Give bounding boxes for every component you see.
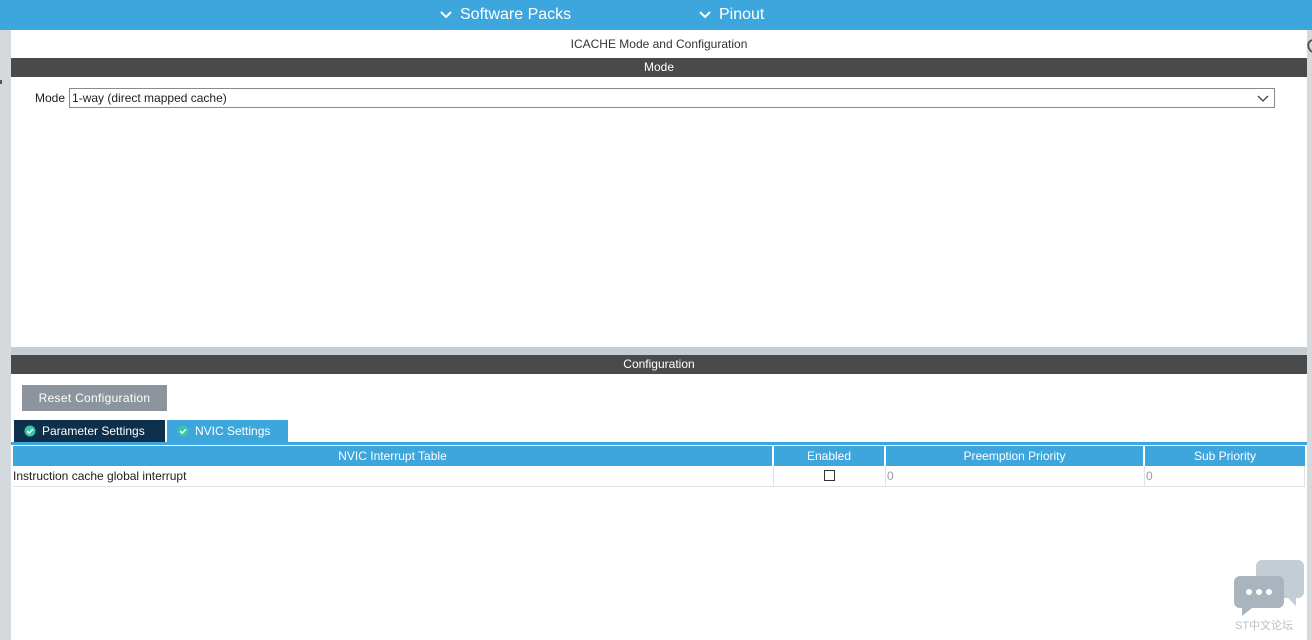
check-circle-icon — [177, 425, 189, 437]
configuration-panel: Configuration Reset Configuration Parame… — [11, 355, 1307, 640]
mode-dropdown-value: 1-way (direct mapped cache) — [72, 91, 227, 105]
sub-priority-cell[interactable]: 0 — [1145, 466, 1305, 486]
tab-label: Parameter Settings — [42, 424, 145, 438]
nvic-interrupt-table: NVIC Interrupt Table Enabled Preemption … — [13, 446, 1305, 487]
reset-configuration-button[interactable]: Reset Configuration — [22, 385, 167, 411]
edge-marker — [0, 80, 2, 84]
column-header-preemption[interactable]: Preemption Priority — [886, 446, 1145, 466]
mode-section-header: Mode — [11, 58, 1307, 77]
tab-label: NVIC Settings — [195, 424, 271, 438]
left-gutter — [0, 30, 11, 640]
chevron-down-icon — [440, 11, 452, 19]
watermark-text: ST中文论坛 — [1235, 620, 1294, 632]
mode-row: Mode 1-way (direct mapped cache) — [35, 88, 1276, 108]
enabled-cell — [774, 466, 886, 486]
column-header-enabled[interactable]: Enabled — [774, 446, 886, 466]
software-packs-menu[interactable]: Software Packs — [438, 0, 571, 30]
mode-panel: ICACHE Mode and Configuration Mode Mode … — [11, 30, 1307, 347]
right-gutter — [1307, 30, 1312, 640]
check-circle-icon — [24, 425, 36, 437]
tab-parameter-settings[interactable]: Parameter Settings — [14, 420, 165, 442]
configuration-section-header: Configuration — [11, 355, 1307, 374]
table-header-row: NVIC Interrupt Table Enabled Preemption … — [13, 446, 1305, 466]
tab-underline — [11, 442, 1307, 445]
tab-nvic-settings[interactable]: NVIC Settings — [167, 420, 288, 442]
enabled-checkbox[interactable] — [824, 470, 835, 481]
preemption-priority-cell[interactable]: 0 — [886, 466, 1145, 486]
chevron-down-icon — [699, 11, 711, 19]
top-navigation-bar: Software Packs Pinout — [0, 0, 1312, 30]
mode-dropdown[interactable]: 1-way (direct mapped cache) — [69, 88, 1276, 108]
pinout-menu[interactable]: Pinout — [697, 0, 764, 30]
column-header-sub-priority[interactable]: Sub Priority — [1145, 446, 1305, 466]
software-packs-label: Software Packs — [460, 6, 572, 23]
panel-title: ICACHE Mode and Configuration — [570, 37, 748, 51]
mode-label: Mode — [35, 91, 66, 105]
chevron-down-icon — [1257, 95, 1269, 102]
pinout-label: Pinout — [719, 6, 765, 23]
settings-tabs: Parameter Settings NVIC Settings — [14, 420, 290, 442]
interrupt-name-cell: Instruction cache global interrupt — [13, 466, 774, 486]
table-row[interactable]: Instruction cache global interrupt 0 0 — [13, 466, 1305, 487]
column-header-interrupt[interactable]: NVIC Interrupt Table — [13, 446, 774, 466]
